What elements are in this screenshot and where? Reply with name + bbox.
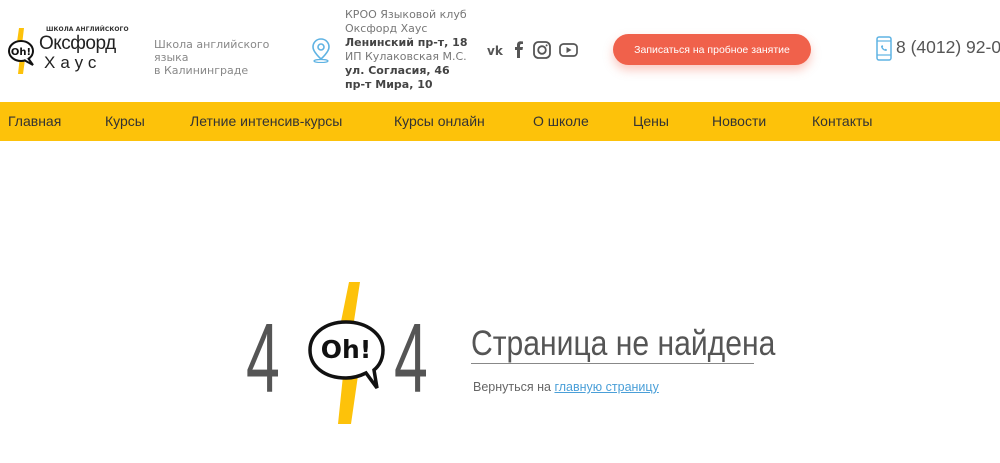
logo-badge-icon: Oh!: [8, 28, 34, 74]
nav-item-courses[interactable]: Курсы: [105, 113, 145, 129]
vk-icon[interactable]: vk: [487, 41, 507, 63]
instagram-icon[interactable]: [533, 41, 551, 63]
tagline-line1: Школа английского языка: [154, 38, 270, 64]
nav-item-prices[interactable]: Цены: [633, 113, 669, 129]
svg-text:vk: vk: [487, 44, 504, 58]
error-digit-right: 4: [394, 304, 428, 413]
address-org1: КРОО Языковой клуб: [345, 8, 467, 21]
error-digit-left: 4: [246, 304, 280, 413]
address-line1: Ленинский пр-т, 18: [345, 36, 468, 49]
school-tagline: Школа английского языка в Калининграде: [154, 38, 304, 77]
logo-subtitle: ШКОЛА АНГЛИЙСКОГО: [46, 26, 129, 33]
error-back-prefix: Вернуться на: [473, 380, 551, 394]
svg-text:Oh!: Oh!: [11, 47, 31, 58]
nav-item-online-courses[interactable]: Курсы онлайн: [394, 113, 485, 129]
main-navigation: Главная Курсы Летние интенсив-курсы Курс…: [0, 102, 1000, 141]
address-block: КРОО Языковой клуб Оксфорд Хаус Ленински…: [345, 8, 467, 92]
facebook-icon[interactable]: [514, 41, 524, 63]
location-pin-icon: [312, 38, 330, 63]
site-header: Oh! ШКОЛА АНГЛИЙСКОГО Оксфорд Хаус Школа…: [0, 0, 1000, 102]
nav-item-home[interactable]: Главная: [8, 113, 61, 129]
nav-item-contacts[interactable]: Контакты: [812, 113, 872, 129]
address-org2: Оксфорд Хаус: [345, 22, 428, 35]
youtube-icon[interactable]: [559, 41, 578, 63]
trial-lesson-button[interactable]: Записаться на пробное занятие: [613, 34, 811, 65]
nav-item-summer-intensive[interactable]: Летние интенсив-курсы: [190, 113, 342, 129]
tagline-line2: в Калининграде: [154, 64, 249, 77]
error-title-underline: [471, 363, 754, 364]
phone-icon: [876, 36, 892, 61]
address-line2: ул. Согласия, 46: [345, 64, 450, 77]
error-badge-text: Oh!: [321, 335, 371, 364]
error-404-graphic: 4 Oh! 4: [246, 282, 428, 424]
logo-title-line1: Оксфорд: [39, 33, 116, 54]
logo-title-line2: Хаус: [44, 53, 102, 72]
address-org3: ИП Кулаковская М.С.: [345, 50, 467, 63]
error-back-text: Вернуться на главную страницу: [473, 380, 659, 394]
nav-item-about[interactable]: О школе: [533, 113, 589, 129]
address-line3: пр-т Мира, 10: [345, 78, 433, 91]
site-logo[interactable]: Oh! ШКОЛА АНГЛИЙСКОГО Оксфорд Хаус: [6, 26, 129, 76]
home-page-link[interactable]: главную страницу: [554, 380, 658, 394]
nav-item-news[interactable]: Новости: [712, 113, 766, 129]
error-title: Страница не найдена: [471, 324, 776, 363]
phone-number[interactable]: 8 (4012) 92-06-24: [896, 37, 1000, 58]
